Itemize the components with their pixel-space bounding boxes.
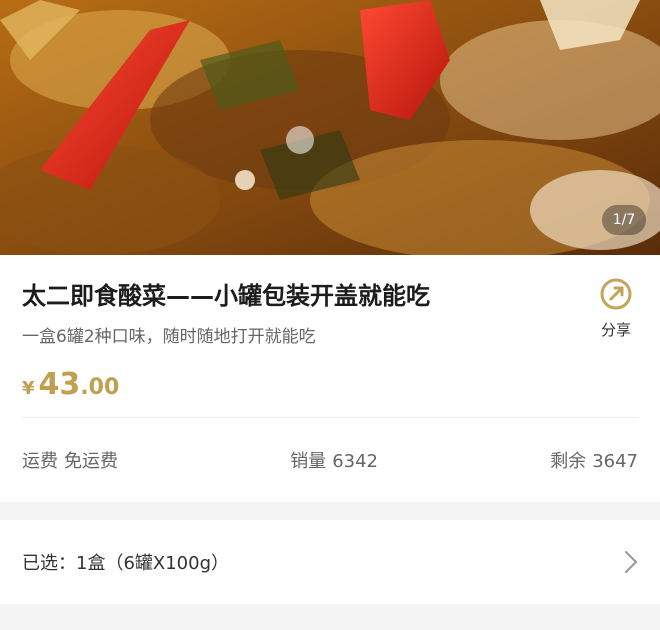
share-icon — [600, 278, 632, 310]
sales-info: 销量 6342 — [290, 447, 378, 473]
price-integer: 43 — [38, 367, 81, 402]
spec-selector[interactable]: 已选：1盒（6罐X100g） — [0, 520, 660, 604]
product-image — [0, 0, 660, 255]
shipping-info: 运费 免运费 — [22, 447, 118, 473]
shipping-value: 免运费 — [64, 451, 118, 472]
spec-label: 已选： — [22, 553, 76, 574]
image-counter: 1/7 — [602, 205, 646, 235]
price: ¥43.00 — [22, 367, 638, 417]
chevron-right-icon — [625, 551, 637, 573]
sales-label: 销量 — [290, 451, 327, 472]
product-gallery[interactable]: 1/7 — [0, 0, 660, 255]
stock-info: 剩余 3647 — [550, 447, 638, 473]
price-currency: ¥ — [22, 378, 35, 399]
sales-value: 6342 — [332, 451, 378, 472]
stock-label: 剩余 — [550, 451, 587, 472]
shipping-label: 运费 — [22, 451, 58, 472]
spec-value: 1盒（6罐X100g） — [76, 553, 230, 574]
product-info: 太二即食酸菜——小罐包装开盖就能吃 分享 一盒6罐2种口味，随时随地打开就能吃 … — [0, 255, 660, 502]
product-subtitle: 一盒6罐2种口味，随时随地打开就能吃 — [22, 327, 316, 347]
product-title: 太二即食酸菜——小罐包装开盖就能吃 — [22, 282, 430, 310]
spec-text: 已选：1盒（6罐X100g） — [22, 549, 229, 575]
stock-value: 3647 — [592, 451, 638, 472]
share-button[interactable]: 分享 — [594, 277, 638, 340]
section-gap — [0, 502, 660, 520]
share-label: 分享 — [600, 321, 631, 339]
stats-row: 运费 免运费 销量 6342 剩余 3647 — [22, 418, 638, 502]
price-decimal: .00 — [80, 375, 120, 400]
